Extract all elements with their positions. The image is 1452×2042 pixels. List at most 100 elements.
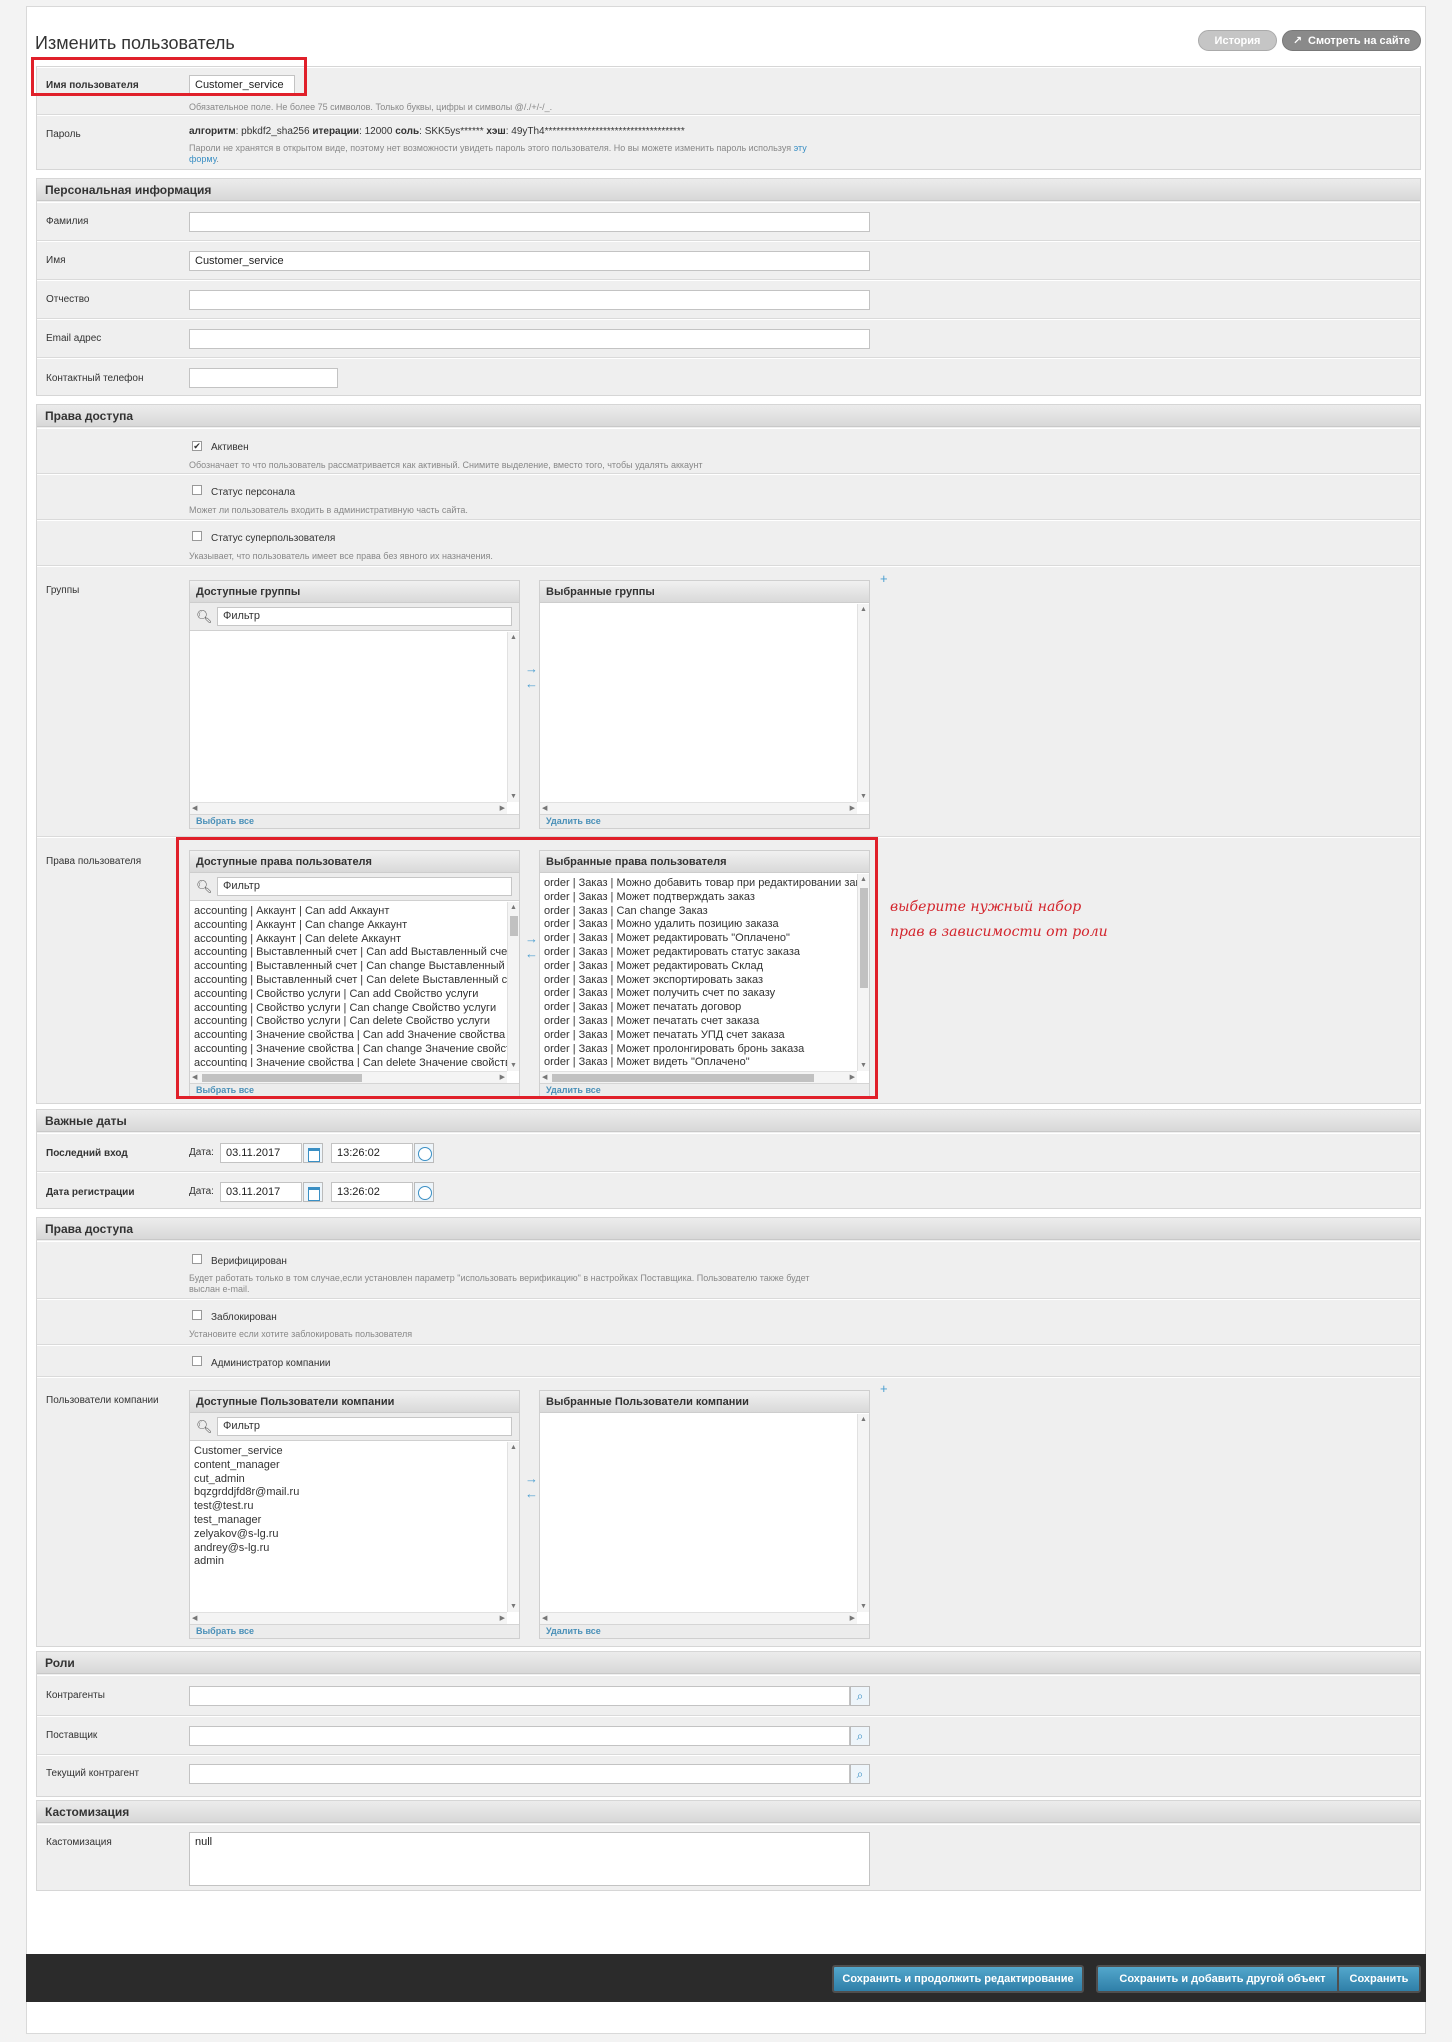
company-users-available-vscroll[interactable]: ▲ ▼ — [507, 1442, 519, 1612]
contractors-input[interactable] — [189, 1686, 850, 1706]
email-input[interactable] — [189, 329, 870, 349]
username-help: Обязательное поле. Не более 75 символов.… — [189, 102, 553, 112]
last-name-label: Фамилия — [46, 216, 89, 227]
clock-icon[interactable] — [414, 1143, 434, 1163]
last-login-date-label: Дата: — [189, 1147, 214, 1158]
groups-available-hscroll[interactable]: ◀ ▶ — [190, 802, 507, 814]
groups-chosen-hscroll[interactable]: ◀ ▶ — [540, 802, 857, 814]
history-button[interactable]: История — [1198, 30, 1277, 51]
scroll-down-icon: ▼ — [860, 793, 867, 800]
scroll-left-icon: ◀ — [542, 1615, 548, 1622]
clock-icon[interactable] — [414, 1182, 434, 1202]
blocked-checkbox[interactable] — [192, 1310, 202, 1320]
staff-checkbox[interactable] — [192, 485, 202, 495]
calendar-icon[interactable] — [303, 1143, 323, 1163]
blocked-help: Установите если хотите заблокировать пол… — [189, 1329, 413, 1339]
middle-name-input[interactable] — [189, 290, 870, 310]
add-company-user-icon[interactable]: + — [880, 1381, 888, 1396]
middle-name-label: Отчество — [46, 294, 90, 305]
scroll-up-icon: ▲ — [510, 634, 517, 641]
groups-available-vscroll[interactable]: ▲ ▼ — [507, 632, 519, 802]
scroll-down-icon: ▼ — [860, 1603, 867, 1610]
calendar-icon[interactable] — [303, 1182, 323, 1202]
verified-help-1: Будет работать только в том случае,если … — [189, 1273, 810, 1283]
password-help-text: Пароли не хранятся в открытом виде, поэт… — [189, 143, 792, 153]
search-icon[interactable]: ⌕ — [850, 1686, 870, 1706]
search-icon[interactable]: ⌕ — [850, 1726, 870, 1746]
superuser-checkbox[interactable] — [192, 531, 202, 541]
list-item[interactable]: cut_admin — [194, 1473, 503, 1487]
list-item[interactable]: admin — [194, 1555, 503, 1569]
add-group-icon[interactable]: + — [880, 571, 888, 586]
joined-date-input[interactable]: 03.11.2017 — [220, 1182, 302, 1202]
groups-remove-all-link[interactable]: Удалить все — [540, 814, 869, 828]
view-on-site-button[interactable]: ↗ Смотреть на сайте — [1282, 30, 1421, 51]
password-iter-key: итерации — [312, 126, 360, 137]
company-users-remove-all-link[interactable]: Удалить все — [540, 1624, 869, 1638]
access2-heading: Права доступа — [37, 1218, 1420, 1240]
verified-label: Верифицирован — [211, 1256, 287, 1267]
groups-chosen-vscroll[interactable]: ▲ ▼ — [857, 604, 869, 802]
company-users-available-hscroll[interactable]: ◀ ▶ — [190, 1612, 507, 1624]
company-users-available-box: Доступные Пользователи компании 🔍︎ Фильт… — [189, 1390, 520, 1639]
scroll-left-icon: ◀ — [542, 805, 548, 812]
groups-row: Группы Доступные группы 🔍︎ Фильтр ▲ ▼ ◀ … — [37, 566, 1420, 837]
save-continue-button[interactable]: Сохранить и продолжить редактирование — [832, 1965, 1084, 1993]
company-users-available-list[interactable]: Customer_service content_manager cut_adm… — [190, 1442, 507, 1612]
permissions-heading: Права доступа — [37, 405, 1420, 427]
save-add-button[interactable]: Сохранить и добавить другой объект — [1096, 1965, 1349, 1993]
last-login-date-input[interactable]: 03.11.2017 — [220, 1143, 302, 1163]
list-item[interactable]: content_manager — [194, 1459, 503, 1473]
phone-input[interactable] — [189, 368, 338, 388]
company-users-chosen-hscroll[interactable]: ◀ ▶ — [540, 1612, 857, 1624]
save-button[interactable]: Сохранить — [1337, 1965, 1421, 1993]
groups-filter-input[interactable]: Фильтр — [217, 607, 512, 626]
supplier-input[interactable] — [189, 1726, 850, 1746]
dates-fieldset: Важные даты Последний вход Дата: 03.11.2… — [36, 1109, 1421, 1209]
list-item[interactable]: andrey@s-lg.ru — [194, 1542, 503, 1556]
last-name-input[interactable] — [189, 212, 870, 232]
supplier-label: Поставщик — [46, 1730, 98, 1741]
verified-checkbox[interactable] — [192, 1254, 202, 1264]
move-right-icon[interactable]: → — [525, 661, 538, 676]
first-name-input[interactable]: Customer_service — [189, 251, 870, 271]
groups-choose-all-link[interactable]: Выбрать все — [190, 814, 519, 828]
search-icon[interactable]: ⌕ — [850, 1764, 870, 1784]
verified-help-2: выслан e-mail. — [189, 1284, 250, 1294]
password-form-link-a[interactable]: эту — [794, 143, 807, 153]
password-hash-key: хэш — [486, 126, 506, 137]
blocked-row: Заблокирован Установите если хотите забл… — [37, 1299, 1420, 1345]
staff-help: Может ли пользователь входить в админист… — [189, 505, 468, 515]
superuser-row: Статус суперпользователя Указывает, что … — [37, 520, 1420, 566]
scroll-right-icon: ▶ — [849, 805, 855, 812]
active-label: Активен — [211, 442, 249, 453]
contractors-label: Контрагенты — [46, 1690, 105, 1701]
company-admin-row: Администратор компании — [37, 1345, 1420, 1377]
list-item[interactable]: Customer_service — [194, 1445, 503, 1459]
last-login-time-input[interactable]: 13:26:02 — [331, 1143, 413, 1163]
search-icon: 🔍︎ — [196, 609, 213, 624]
scroll-left-icon: ◀ — [192, 1615, 198, 1622]
move-left-icon[interactable]: ← — [525, 676, 538, 691]
active-checkbox[interactable]: ✔ — [192, 441, 202, 451]
email-label: Email адрес — [46, 333, 102, 344]
move-right-icon[interactable]: → — [525, 1471, 538, 1486]
joined-row: Дата регистрации Дата: 03.11.2017 13:26:… — [37, 1172, 1420, 1210]
list-item[interactable]: test@test.ru — [194, 1500, 503, 1514]
current-contractor-input[interactable] — [189, 1764, 850, 1784]
move-left-icon[interactable]: ← — [525, 1486, 538, 1501]
company-users-choose-all-link[interactable]: Выбрать все — [190, 1624, 519, 1638]
custom-textarea[interactable]: null — [189, 1832, 870, 1886]
page-title: Изменить пользователь — [35, 33, 235, 53]
list-item[interactable]: test_manager — [194, 1514, 503, 1528]
scroll-right-icon: ▶ — [499, 1615, 505, 1622]
joined-time-input[interactable]: 13:26:02 — [331, 1182, 413, 1202]
password-form-link-b[interactable]: форму — [189, 154, 216, 164]
list-item[interactable]: bqzgrddjfd8r@mail.ru — [194, 1486, 503, 1500]
company-admin-checkbox[interactable] — [192, 1356, 202, 1366]
company-users-chosen-vscroll[interactable]: ▲ ▼ — [857, 1414, 869, 1612]
company-users-label: Пользователи компании — [46, 1395, 159, 1406]
password-help: Пароли не хранятся в открытом виде, поэт… — [189, 143, 909, 165]
company-users-filter-input[interactable]: Фильтр — [217, 1417, 512, 1436]
list-item[interactable]: zelyakov@s-lg.ru — [194, 1528, 503, 1542]
